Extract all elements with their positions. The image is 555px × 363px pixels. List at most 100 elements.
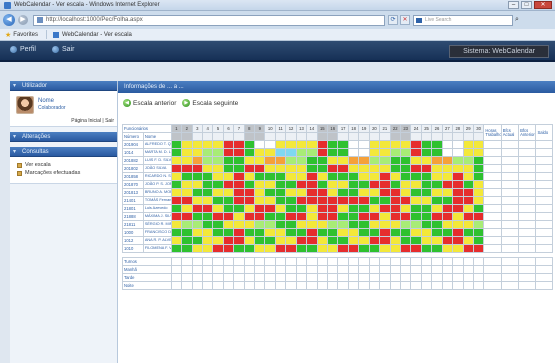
shift-cell[interactable] [254,188,266,197]
shift-cell[interactable] [462,212,474,221]
shift-cell[interactable] [274,188,287,197]
shift-cell[interactable] [379,172,391,181]
shift-cell[interactable] [431,244,443,253]
shift-cell[interactable] [472,228,485,237]
shift-cell[interactable] [441,164,454,173]
shift-cell[interactable] [243,228,256,237]
shift-cell[interactable] [337,188,349,197]
shift-cell[interactable] [274,204,287,213]
shift-cell[interactable] [420,180,433,189]
maximize-button[interactable]: □ [521,1,532,9]
shift-cell[interactable] [212,188,224,197]
shift-cell[interactable] [201,164,214,173]
shift-cell[interactable] [452,196,464,205]
shift-cell[interactable] [358,212,370,221]
shift-cell[interactable] [347,188,360,197]
shift-cell[interactable] [274,228,287,237]
shift-cell[interactable] [368,196,381,205]
shift-cell[interactable] [201,180,214,189]
shift-cell[interactable] [295,172,308,181]
shift-cell[interactable] [243,172,256,181]
shift-cell[interactable] [452,236,464,245]
shift-cell[interactable] [264,236,276,245]
shift-cell[interactable] [243,196,256,205]
shift-cell[interactable] [410,228,422,237]
shift-cell[interactable] [431,212,443,221]
shift-cell[interactable] [181,172,193,181]
shift-cell[interactable] [295,188,308,197]
shift-cell[interactable] [295,212,308,221]
shift-cell[interactable] [222,236,235,245]
shift-cell[interactable] [452,188,464,197]
shift-cell[interactable] [462,180,474,189]
shift-cell[interactable] [358,164,370,173]
shift-cell[interactable] [358,244,370,253]
shift-cell[interactable] [399,164,412,173]
shift-cell[interactable] [222,212,235,221]
shift-cell[interactable] [441,228,454,237]
shift-cell[interactable] [306,172,318,181]
shift-cell[interactable] [420,172,433,181]
shift-cell[interactable] [431,236,443,245]
shift-cell[interactable] [285,212,297,221]
shift-cell[interactable] [379,196,391,205]
shift-cell[interactable] [191,228,203,237]
shift-cell[interactable] [181,140,193,149]
shift-cell[interactable] [389,196,401,205]
shift-cell[interactable] [306,164,318,173]
shift-cell[interactable] [347,196,360,205]
shift-cell[interactable] [233,188,245,197]
shift-cell[interactable] [420,188,433,197]
shift-cell[interactable] [170,140,183,149]
close-button[interactable]: ✕ [534,1,552,9]
link-ver-escala[interactable]: Ver escala [17,161,117,169]
shift-cell[interactable] [399,236,412,245]
shift-cell[interactable] [337,148,349,157]
shift-cell[interactable] [347,212,360,221]
shift-cell[interactable] [306,244,318,253]
shift-cell[interactable] [191,244,203,253]
shift-cell[interactable] [410,148,422,157]
shift-cell[interactable] [368,220,381,229]
shift-cell[interactable] [358,228,370,237]
shift-cell[interactable] [368,140,381,149]
shift-cell[interactable] [201,172,214,181]
shift-cell[interactable] [212,148,224,157]
shift-cell[interactable] [399,204,412,213]
shift-cell[interactable] [441,196,454,205]
shift-cell[interactable] [201,236,214,245]
shift-cell[interactable] [201,212,214,221]
shift-cell[interactable] [233,220,245,229]
shift-cell[interactable] [254,148,266,157]
shift-cell[interactable] [462,196,474,205]
shift-cell[interactable] [191,204,203,213]
shift-cell[interactable] [295,204,308,213]
back-button[interactable]: ◀ [3,14,15,26]
shift-cell[interactable] [191,140,203,149]
shift-cell[interactable] [306,148,318,157]
shift-cell[interactable] [326,156,339,165]
shift-cell[interactable] [410,236,422,245]
shift-cell[interactable] [264,244,276,253]
shift-cell[interactable] [441,148,454,157]
shift-cell[interactable] [316,188,329,197]
shift-cell[interactable] [337,204,349,213]
favorites-star-icon[interactable]: ★ [5,31,11,39]
shift-cell[interactable] [431,164,443,173]
shift-cell[interactable] [472,236,485,245]
shift-cell[interactable] [462,148,474,157]
minimize-button[interactable]: – [508,1,519,9]
shift-cell[interactable] [368,236,381,245]
shift-cell[interactable] [212,140,224,149]
shift-cell[interactable] [410,180,422,189]
shift-cell[interactable] [420,140,433,149]
shift-cell[interactable] [379,244,391,253]
shift-cell[interactable] [358,188,370,197]
shift-cell[interactable] [254,244,266,253]
shift-cell[interactable] [191,196,203,205]
shift-cell[interactable] [285,244,297,253]
shift-cell[interactable] [368,212,381,221]
shift-cell[interactable] [243,204,256,213]
shift-cell[interactable] [316,164,329,173]
shift-cell[interactable] [420,156,433,165]
